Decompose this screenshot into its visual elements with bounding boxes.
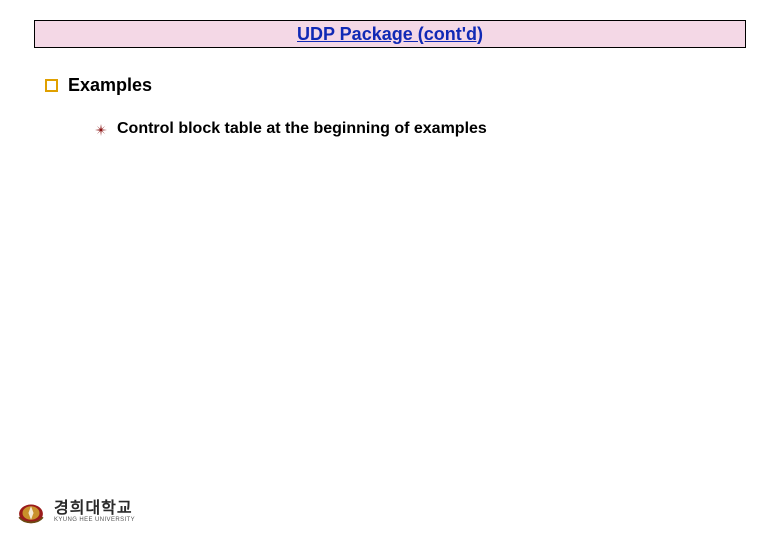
crest-icon: [14, 500, 48, 526]
slide-title-bar: UDP Package (cont'd): [34, 20, 746, 48]
university-name-kr: 경희대학교: [54, 501, 135, 517]
slide-title: UDP Package (cont'd): [297, 24, 483, 45]
university-logo: 경희대학교 KYUNG HEE UNIVERSITY: [14, 500, 135, 526]
university-name-en: KYUNG HEE UNIVERSITY: [54, 517, 135, 524]
university-name-block: 경희대학교 KYUNG HEE UNIVERSITY: [54, 501, 135, 524]
square-bullet-icon: [45, 79, 58, 92]
starburst-bullet-icon: [95, 123, 107, 135]
section-row: Examples: [45, 75, 152, 96]
subitem-text: Control block table at the beginning of …: [117, 120, 487, 138]
section-heading: Examples: [68, 75, 152, 96]
subitem-row: Control block table at the beginning of …: [95, 120, 487, 138]
